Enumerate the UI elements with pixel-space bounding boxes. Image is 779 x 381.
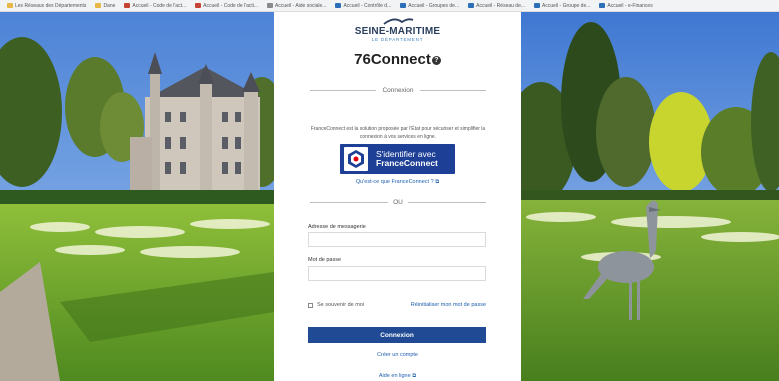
bookmark-item[interactable]: Accueil - Réseau de... <box>468 3 525 9</box>
login-button[interactable]: Connexion <box>308 327 486 343</box>
bookmark-item[interactable]: Accueil - e-Finances <box>599 2 653 9</box>
franceconnect-button[interactable]: S'identifier avec FranceConnect <box>340 144 455 174</box>
password-label: Mot de passe <box>308 257 342 263</box>
bookmark-label: Les Réseaux des Départements <box>15 2 87 9</box>
bookmark-label: Accueil - Réseau de... <box>476 2 526 9</box>
bookmark-icon <box>124 3 131 8</box>
bookmark-icon <box>267 3 274 8</box>
folder-icon <box>95 3 102 8</box>
bookmark-label: Accueil - Groupes de... <box>408 2 460 9</box>
email-label: Adresse de messagerie <box>308 224 366 230</box>
email-field[interactable] <box>308 232 486 247</box>
bookmark-label: Accueil - Groupe de... <box>542 2 591 9</box>
bookmark-label: Accueil - Contrôle d... <box>343 2 392 9</box>
app-title-text: 76Connect <box>354 51 431 68</box>
background-photo-garden <box>521 12 779 381</box>
brand-block: SEINE-MARITIME LE DÉPARTEMENT <box>274 18 521 42</box>
bookmark-item[interactable]: Accueil - Code de l'acti... <box>195 3 258 9</box>
brand-subtitle: LE DÉPARTEMENT <box>371 37 424 42</box>
bookmark-label: Dane <box>103 2 116 9</box>
remember-me-checkbox[interactable] <box>308 302 313 308</box>
bookmark-item[interactable]: Accueil - Contrôle d... <box>335 3 391 9</box>
franceconnect-label-line2: FranceConnect <box>376 158 438 168</box>
bookmark-item[interactable]: Accueil - Groupes de... <box>400 3 459 9</box>
divider-label: OU <box>393 199 403 206</box>
bookmark-icon <box>534 3 541 8</box>
remember-me[interactable]: Se souvenir de moi <box>308 302 364 308</box>
bookmark-label: Accueil - e-Finances <box>607 2 653 9</box>
divider-connexion: Connexion <box>310 86 486 95</box>
bookmark-item[interactable]: Dane <box>95 3 115 9</box>
divider-label: Connexion <box>382 87 414 94</box>
create-account-link[interactable]: Créer un compte <box>274 352 521 358</box>
login-panel: SEINE-MARITIME LE DÉPARTEMENT 76Connect?… <box>274 12 521 381</box>
franceconnect-intro: FranceConnect est la solution proposée p… <box>310 126 486 140</box>
remember-me-label: Se souvenir de moi <box>317 302 365 308</box>
bookmark-icon <box>335 3 342 8</box>
bookmarks-bar: Les Réseaux des Départements Dane Accueil … <box>0 0 779 12</box>
reset-password-link[interactable]: Réinitialiser mon mot de passe <box>411 302 486 308</box>
bookmark-icon <box>195 3 202 8</box>
what-is-franceconnect-link[interactable]: Qu'est-ce que FranceConnect ? ⧉ <box>274 179 521 186</box>
seine-maritime-logo-icon <box>383 18 414 25</box>
bookmark-item[interactable]: Accueil - Aide sociale... <box>267 3 326 9</box>
franceconnect-label: S'identifier avec FranceConnect <box>376 150 438 168</box>
password-field[interactable] <box>308 266 486 281</box>
help-circle-icon[interactable]: ? <box>431 56 441 65</box>
online-help-link[interactable]: Aide en ligne ⧉ <box>274 373 521 380</box>
franceconnect-logo-icon <box>344 147 368 171</box>
page-title: 76Connect? <box>274 51 521 68</box>
bookmark-label: Accueil - Code de l'acti... <box>203 2 259 9</box>
bookmark-icon <box>468 3 475 8</box>
divider-or: OU <box>310 198 486 207</box>
bookmark-icon <box>599 3 606 8</box>
bookmark-item[interactable]: Accueil - Code de l'act... <box>124 3 186 9</box>
bookmark-item[interactable]: Accueil - Groupe de... <box>534 3 590 9</box>
bookmark-item[interactable]: Les Réseaux des Départements <box>7 3 86 9</box>
bookmark-label: Accueil - Aide sociale... <box>275 2 327 9</box>
bookmark-icon <box>400 3 407 8</box>
bookmark-label: Accueil - Code de l'act... <box>132 2 187 9</box>
background-photo-castle <box>0 12 274 381</box>
brand-name: SEINE-MARITIME <box>354 26 441 37</box>
folder-icon <box>7 3 13 8</box>
